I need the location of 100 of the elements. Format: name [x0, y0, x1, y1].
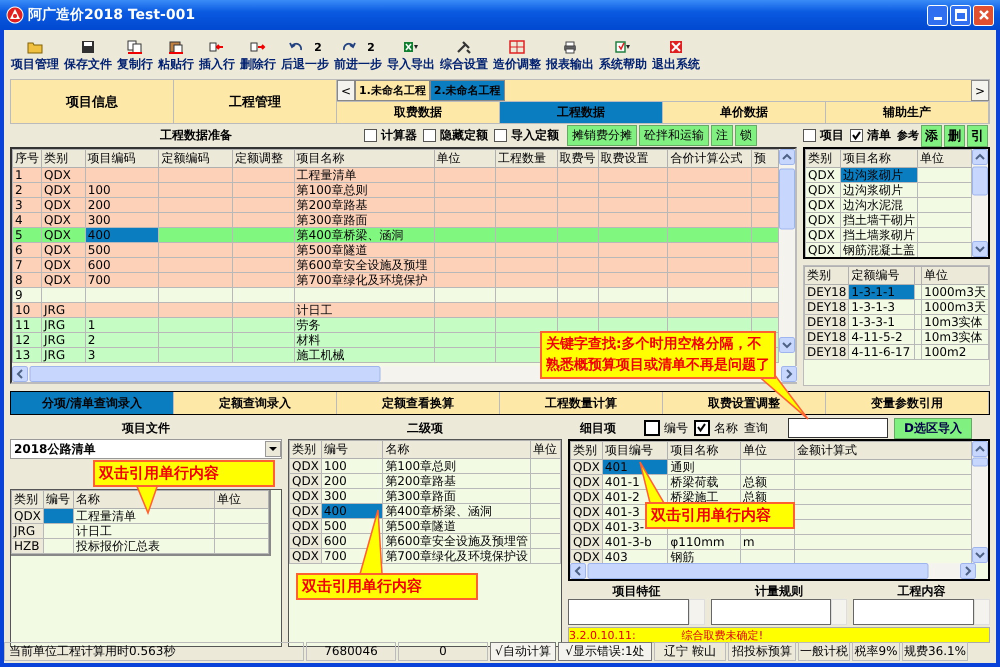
table-cell: QDX [570, 460, 602, 474]
table-cell: 2 [12, 182, 42, 198]
check-icon [696, 422, 707, 433]
box-title: 计量规则 [754, 583, 804, 599]
toolbar-icon [562, 40, 578, 54]
status-toggle[interactable]: √显示错误:1处 [558, 642, 652, 661]
toolbar-button[interactable]: 综合设置 [439, 38, 489, 73]
step-count: 2 [367, 40, 375, 54]
toolbar-button[interactable]: 删除行 [239, 38, 277, 73]
previous-button[interactable]: < [337, 80, 355, 101]
function-tab[interactable]: 定额查询录入 [174, 392, 337, 414]
table-cell: QDX [42, 198, 86, 212]
function-tab[interactable]: 工程数量计算 [500, 392, 663, 414]
check-icon [851, 130, 862, 141]
data-tab[interactable]: 单价数据 [663, 101, 826, 123]
table-cell: JRG [42, 332, 86, 348]
checkbox[interactable]: 计算器 [364, 127, 417, 144]
table-cell: 第500章隧道 [294, 242, 434, 258]
vertical-scrollbar[interactable] [688, 599, 705, 625]
function-tab[interactable]: 变量参数引用 [826, 392, 989, 414]
toolbar-button[interactable]: 导入导出 [386, 38, 436, 73]
table-cell: 1000m3天 [922, 284, 988, 300]
maximize-button[interactable] [950, 4, 971, 26]
action-button[interactable]: 摊销费分摊 [567, 125, 637, 146]
action-button[interactable]: 添 [921, 124, 942, 146]
vertical-scrollbar[interactable] [779, 149, 795, 353]
checkbox[interactable]: 导入定额 [494, 127, 559, 144]
vertical-scrollbar[interactable] [972, 149, 988, 257]
data-tab[interactable]: 工程数据 [500, 101, 663, 123]
checkbox[interactable]: 清单 [850, 127, 891, 144]
table-cell: DEY18 [804, 284, 849, 300]
action-button[interactable]: 砼拌和运输 [639, 125, 709, 146]
toolbar-button[interactable]: 复制行 [116, 38, 154, 73]
vertical-scrollbar[interactable] [831, 599, 848, 625]
table-cell: 700 [85, 272, 159, 288]
checkbox[interactable]: 编号 [644, 420, 688, 436]
text-area[interactable] [853, 599, 974, 625]
message-text: 综合取费未确定! [682, 628, 764, 642]
table-cell: 1-3-1-1 [848, 284, 914, 300]
table-cell: 11 [12, 318, 42, 332]
column-header: 单位 [740, 442, 794, 460]
project-tab[interactable]: 2.未命名工程 [430, 80, 505, 101]
action-button[interactable]: 删 [944, 124, 965, 146]
close-button[interactable] [973, 4, 994, 26]
status-toggle[interactable]: √自动计算 [490, 642, 556, 661]
checkbox[interactable]: 项目 [803, 127, 844, 144]
text-area[interactable] [710, 599, 832, 625]
checkbox[interactable]: 名称 [694, 420, 738, 436]
main-tab[interactable]: 工程管理 [174, 80, 337, 123]
step-count: 2 [314, 40, 322, 54]
vertical-scrollbar[interactable] [972, 441, 988, 563]
data-tab[interactable]: 取费数据 [337, 101, 500, 123]
toolbar-button[interactable]: 2 前进一步 [333, 38, 383, 73]
function-tab[interactable]: 定额查看换算 [337, 392, 500, 414]
action-button[interactable]: 引 [967, 124, 988, 146]
toolbar-icon [615, 40, 631, 54]
toolbar-button[interactable]: 插入行 [198, 38, 236, 73]
data-tab[interactable]: 辅助生产 [826, 101, 989, 123]
function-tab[interactable]: 分项/清单查询录入 [11, 392, 174, 414]
text-area[interactable] [568, 599, 689, 625]
table-cell: 第400章桥梁、涵洞 [382, 504, 531, 518]
table-cell: DEY18 [804, 314, 849, 330]
action-button[interactable]: 注 [711, 125, 733, 146]
column-header: 取费号 [557, 150, 598, 168]
toolbar-button[interactable]: 2 后退一步 [280, 38, 330, 73]
toolbar-button[interactable]: 退出系统 [651, 38, 701, 73]
table-cell: QDX [570, 490, 602, 504]
section-title: 细目项 [580, 420, 616, 436]
main-tab[interactable]: 项目信息 [11, 80, 174, 123]
status-field: 当前单位工程计算用时0.563秒 [4, 642, 304, 661]
import-button[interactable]: D选区导入 [894, 418, 972, 438]
toolbar-button[interactable]: 项目管理 [10, 38, 60, 73]
action-button[interactable]: 锁 [735, 125, 757, 146]
search-field[interactable] [788, 418, 888, 438]
next-button[interactable]: > [971, 80, 989, 101]
section-title: 二级项 [406, 420, 444, 437]
column-header: 名称 [382, 440, 531, 458]
toolbar-button[interactable]: 造价调整 [492, 38, 542, 73]
toolbar-button[interactable]: 报表输出 [545, 38, 595, 73]
vertical-scrollbar[interactable] [974, 599, 990, 625]
column-header: 项目编号 [602, 442, 668, 460]
project-tab[interactable]: 1.未命名工程 [355, 80, 430, 101]
minimize-button[interactable] [927, 4, 948, 26]
horizontal-scrollbar[interactable] [570, 563, 976, 579]
function-tab[interactable]: 取费设置调整 [663, 392, 826, 414]
table-cell: QDX [570, 474, 602, 490]
table-cell: 5 [12, 228, 42, 242]
checkbox[interactable]: 隐藏定额 [423, 127, 488, 144]
toolbar-button[interactable]: 粘贴行 [157, 38, 195, 73]
column-header: 类别 [290, 440, 322, 458]
column-header: 类别 [42, 150, 86, 168]
toolbar-button[interactable]: 系统帮助 [598, 38, 648, 73]
table-cell: 计日工 [73, 524, 214, 538]
table-cell: 3 [85, 348, 159, 362]
table-cell: 第700章绿化及环境保护设 [382, 548, 531, 564]
table-cell: JRG [42, 348, 86, 362]
toolbar-button[interactable]: 保存文件 [63, 38, 113, 73]
table-cell: 1-3-1-3 [848, 300, 914, 314]
dropdown[interactable]: 2018公路清单 [10, 439, 282, 459]
column-header: 金额计算式 [794, 442, 972, 460]
